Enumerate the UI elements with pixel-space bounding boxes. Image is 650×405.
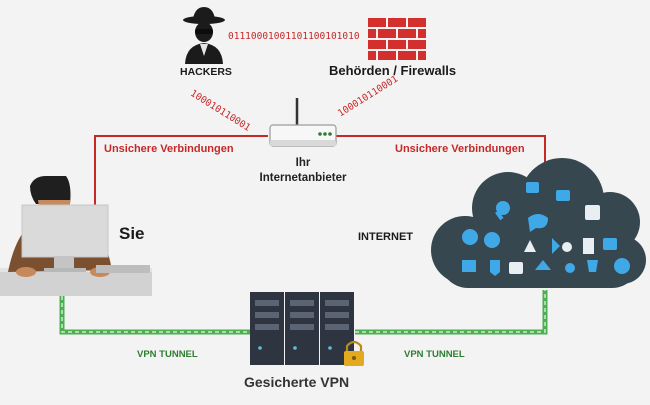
hacker-icon: [183, 7, 225, 64]
unsafe-connections-left-label: Unsichere Verbindungen: [104, 143, 234, 155]
hackers-label: HACKERS: [180, 66, 232, 78]
diagram-canvas: [0, 7, 646, 366]
firewall-icon: [368, 18, 426, 60]
router-icon: [269, 98, 337, 147]
you-label: Sie: [119, 224, 145, 243]
vpn-tunnel-left-label: VPN TUNNEL: [137, 349, 198, 360]
vpn-server-icon: [250, 292, 354, 365]
internet-label: INTERNET: [358, 231, 413, 243]
vpn-diagram: 01110001001101100101010 HACKERS Behörden…: [0, 0, 650, 405]
isp-label: Ihr Internetanbieter: [243, 156, 363, 186]
vpn-tunnel-right-label: VPN TUNNEL: [404, 349, 465, 360]
unsafe-connections-right-label: Unsichere Verbindungen: [395, 143, 525, 155]
isp-label-line2: Internetanbieter: [259, 172, 347, 184]
secured-vpn-label: Gesicherte VPN: [244, 374, 350, 390]
binary-stream-top: 01110001001101100101010: [228, 31, 360, 42]
isp-label-line1: Ihr: [295, 157, 311, 169]
